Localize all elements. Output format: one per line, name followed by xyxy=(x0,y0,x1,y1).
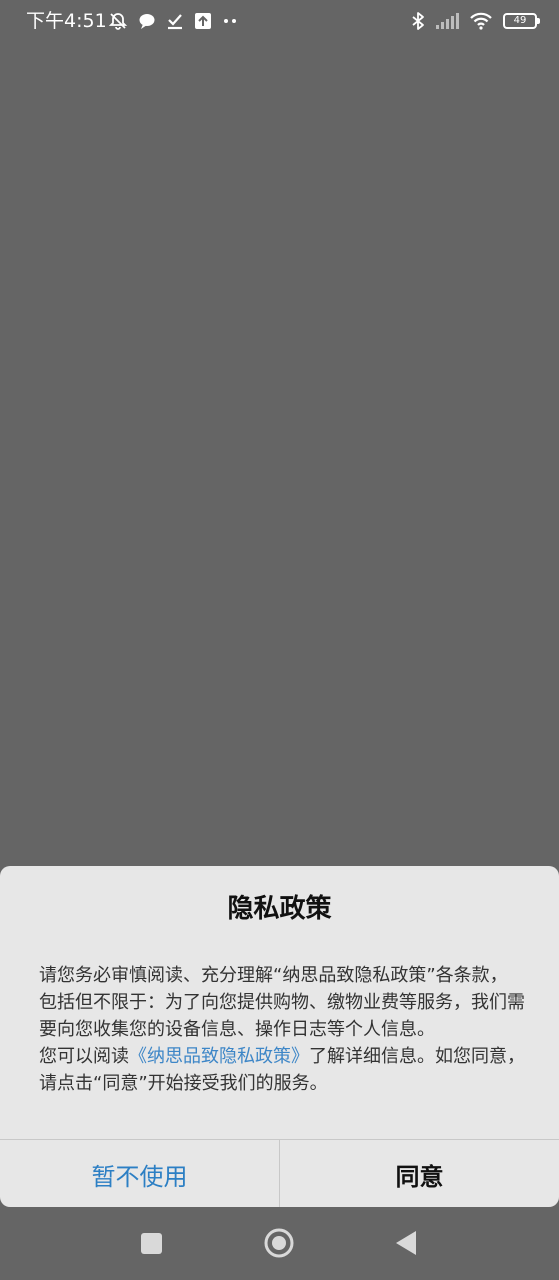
navigation-bar xyxy=(0,1207,559,1280)
back-triangle-icon[interactable] xyxy=(394,1229,418,1257)
status-right-icons: 49 xyxy=(411,10,540,32)
more-dots-icon xyxy=(224,19,236,23)
notifications-muted-icon xyxy=(108,13,128,30)
status-time: 下午4:51 xyxy=(26,10,107,32)
battery-level: 49 xyxy=(513,15,527,26)
privacy-policy-link[interactable]: 《纳思品致隐私政策》 xyxy=(129,1046,309,1067)
status-bar: 下午4:51 49 xyxy=(0,0,559,42)
task-done-icon xyxy=(168,14,182,30)
wifi-icon xyxy=(470,12,492,30)
home-circle-icon[interactable] xyxy=(263,1227,295,1259)
upload-icon xyxy=(195,13,211,29)
recents-square-icon[interactable] xyxy=(141,1233,162,1254)
privacy-dialog: 隐私政策 请您务必审慎阅读、充分理解“纳思品致隐私政策”各条款，包括但不限于：为… xyxy=(0,866,559,1207)
cell-signal-icon xyxy=(436,13,459,29)
battery-icon: 49 xyxy=(503,13,540,29)
chat-bubble-icon xyxy=(139,14,155,29)
status-left-icons xyxy=(108,10,238,32)
decline-button[interactable]: 暂不使用 xyxy=(0,1140,280,1207)
agree-button[interactable]: 同意 xyxy=(280,1140,559,1207)
dialog-title: 隐私政策 xyxy=(227,894,332,924)
bluetooth-icon xyxy=(412,12,424,30)
dialog-body-intro: 请您务必审慎阅读、充分理解“纳思品致隐私政策”各条款，包括但不限于：为了向您提供… xyxy=(39,965,525,1040)
dialog-body-read-prefix: 您可以阅读 xyxy=(39,1046,129,1067)
dialog-body: 请您务必审慎阅读、充分理解“纳思品致隐私政策”各条款，包括但不限于：为了向您提供… xyxy=(39,962,525,1097)
dialog-buttons: 暂不使用 同意 xyxy=(0,1139,559,1207)
